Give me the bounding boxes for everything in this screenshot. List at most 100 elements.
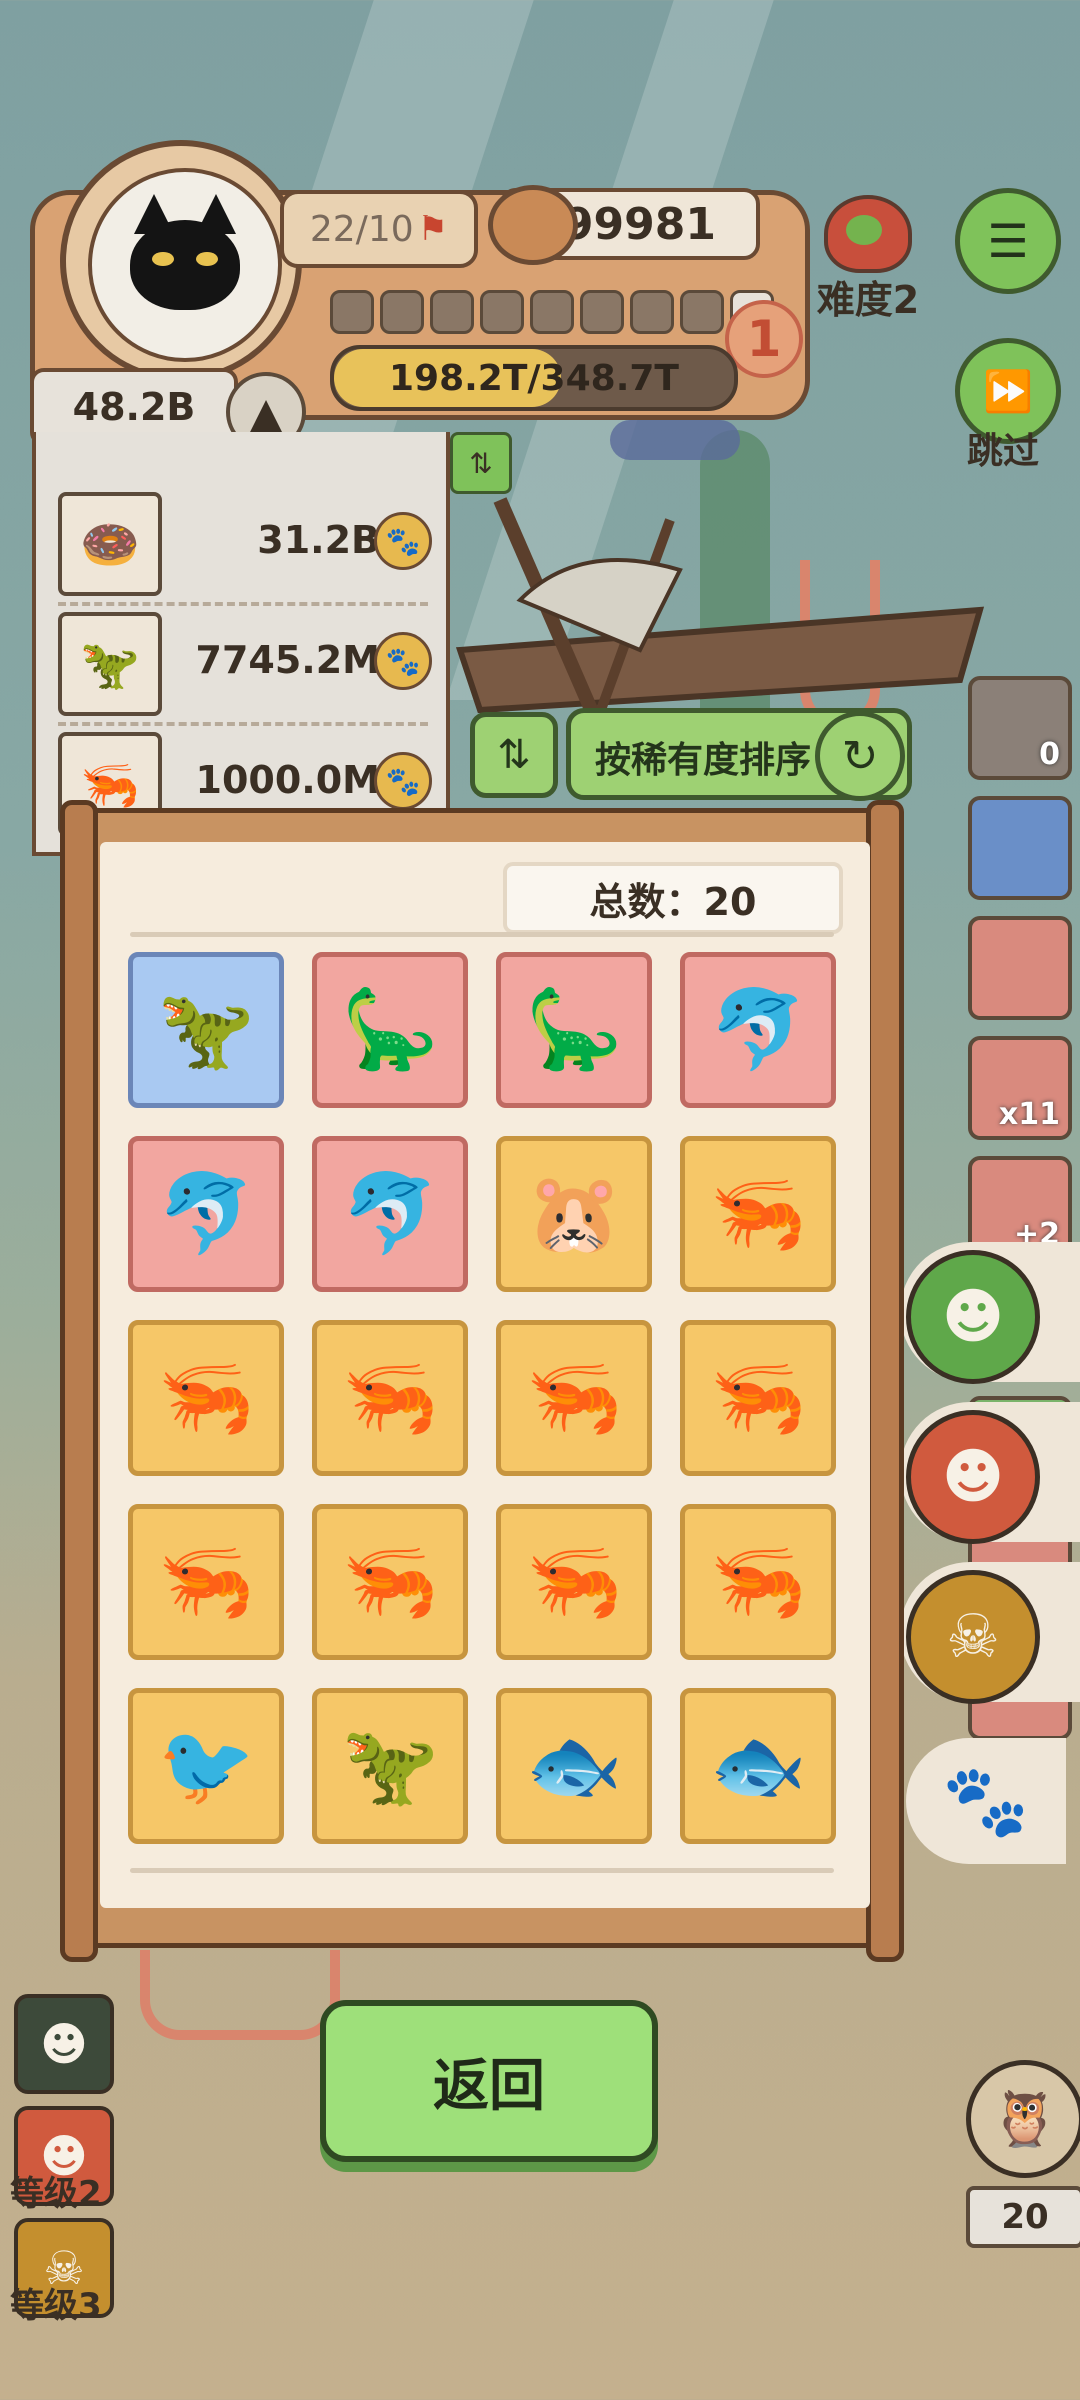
return-button[interactable]: 返回 [320, 2000, 658, 2162]
creature-card[interactable]: 🦐 [128, 1504, 284, 1660]
chevron-up-icon: ▲ [249, 387, 283, 437]
trilobite-icon: 🦐 [709, 1169, 807, 1259]
hamster-icon: 🐹 [525, 1169, 623, 1259]
money-value: 48.2B [72, 385, 196, 429]
trilobite-icon: 🦐 [341, 1353, 439, 1443]
creature-card[interactable]: 🦖 [128, 952, 284, 1108]
owl-count: 20 [966, 2186, 1080, 2248]
creature-card[interactable]: 🦐 [680, 1136, 836, 1292]
income-divider [58, 602, 428, 606]
red-dino-head-icon: ☻ [906, 1410, 1040, 1544]
trilobite-icon: 🦐 [341, 1537, 439, 1627]
total-count-label: 总数：20 [589, 879, 757, 924]
progress-segment [330, 290, 374, 334]
trilobite-icon: 🦐 [709, 1537, 807, 1627]
brachiosaurus-icon: 🦕 [341, 985, 439, 1075]
income-value: 1000.0M [195, 758, 380, 802]
income-row[interactable]: 🦖 7745.2M 🐾 [58, 612, 438, 716]
trilobite-icon: 🦐 [525, 1537, 623, 1627]
total-count: 总数：20 [503, 862, 843, 934]
creature-card[interactable]: 🐬 [312, 1136, 468, 1292]
sort-icon: ⇅ [469, 446, 493, 480]
black-cat-icon [130, 194, 240, 310]
trilobite-icon: 🦐 [157, 1353, 255, 1443]
right-frame-post [866, 800, 904, 1962]
progress-segment [580, 290, 624, 334]
sort-order-button[interactable]: ⇅ [470, 712, 558, 798]
creature-card[interactable]: 🦐 [496, 1504, 652, 1660]
progress-segment [430, 290, 474, 334]
food-bowl-icon [488, 185, 578, 265]
donut-icon: 🍩 [58, 492, 162, 596]
player-avatar[interactable] [60, 140, 302, 382]
currency-value: 99981 [562, 198, 716, 250]
paw-coin-icon: 🐾 [374, 512, 432, 570]
coral-decoration [140, 1950, 340, 2040]
progress-segment [530, 290, 574, 334]
left-frame-post [60, 800, 98, 1962]
fast-forward-icon: ⏩ [983, 368, 1033, 415]
side-item-count: x11 [998, 1097, 1060, 1132]
paw-icon[interactable]: 🐾 [906, 1738, 1066, 1864]
creature-card[interactable]: 🦕 [312, 952, 468, 1108]
dilophosaurus-icon: 🦖 [157, 985, 255, 1075]
sort-order-icon: ⇅ [497, 732, 531, 778]
lock-icon[interactable]: x11 [968, 1036, 1072, 1140]
difficulty-icon [824, 195, 912, 273]
owl-icon[interactable]: 🦉 [966, 2060, 1080, 2178]
camera-icon[interactable] [968, 796, 1072, 900]
paw-coin-icon: 🐾 [374, 752, 432, 810]
sort-by-rarity-button[interactable]: 按稀有度排序 ↻ [566, 708, 912, 801]
filter-toggle-button[interactable]: ⇅ [450, 432, 512, 494]
creature-card[interactable]: 🐟 [680, 1688, 836, 1844]
dark-dino-head-icon[interactable]: ☻ [14, 1994, 114, 2094]
trex-icon: 🦖 [58, 612, 162, 716]
creature-card[interactable]: 🐦 [128, 1688, 284, 1844]
fish-decoration [610, 420, 740, 460]
income-row[interactable]: 🍩 31.2B 🐾 [58, 492, 438, 596]
trilobite-icon: 🦐 [525, 1353, 623, 1443]
progress-segment [480, 290, 524, 334]
skull-icon: ☠ [906, 1570, 1040, 1704]
difficulty-indicator[interactable]: 难度2 [808, 195, 928, 324]
creature-card[interactable]: 🦕 [496, 952, 652, 1108]
dunkleosteus-icon: 🐟 [525, 1721, 623, 1811]
pterosaur-icon: 🐦 [157, 1721, 255, 1811]
capacity-counter: 22/10 ⚑ [280, 190, 478, 268]
green-egg-icon[interactable] [968, 916, 1072, 1020]
dunkleosteus-icon: 🐟 [709, 1721, 807, 1811]
creature-card[interactable]: 🦐 [312, 1504, 468, 1660]
creature-card[interactable]: 🐬 [680, 952, 836, 1108]
creature-card[interactable]: 🦐 [496, 1320, 652, 1476]
progress-segments [330, 290, 774, 334]
red-flag-icon: ⚑ [417, 209, 449, 249]
list-icon: ☰ [987, 214, 1029, 268]
creature-card[interactable]: 🦐 [680, 1320, 836, 1476]
fossil-icon[interactable]: 0 [968, 676, 1072, 780]
sort-label: 按稀有度排序 [595, 740, 812, 781]
income-value: 7745.2M [195, 638, 380, 682]
creature-card[interactable]: 🦐 [128, 1320, 284, 1476]
trilobite-icon: 🦐 [709, 1353, 807, 1443]
xp-progress-bar: 198.2T/348.7T [330, 345, 738, 411]
paw-coin-icon: 🐾 [374, 632, 432, 690]
t-rex-icon: 🦖 [341, 1721, 439, 1811]
creature-card[interactable]: 🐟 [496, 1688, 652, 1844]
refresh-icon: ↻ [815, 711, 905, 801]
brachiosaurus-icon: 🦕 [525, 985, 623, 1075]
progress-segment [380, 290, 424, 334]
creature-card[interactable]: 🐬 [128, 1136, 284, 1292]
progress-segment [680, 290, 724, 334]
income-value: 31.2B [257, 518, 380, 562]
board-divider-bottom [130, 1868, 834, 1873]
creature-card[interactable]: 🦐 [680, 1504, 836, 1660]
ichthyosaur-icon: 🐬 [157, 1169, 255, 1259]
creature-card[interactable]: 🦖 [312, 1688, 468, 1844]
green-dino-head-icon: ☻ [906, 1250, 1040, 1384]
xp-text: 198.2T/348.7T [388, 357, 679, 399]
menu-button[interactable]: ☰ [955, 188, 1061, 294]
capacity-value: 22/10 [309, 208, 414, 250]
creature-card[interactable]: 🐹 [496, 1136, 652, 1292]
board-divider-top [130, 932, 834, 937]
creature-card[interactable]: 🦐 [312, 1320, 468, 1476]
